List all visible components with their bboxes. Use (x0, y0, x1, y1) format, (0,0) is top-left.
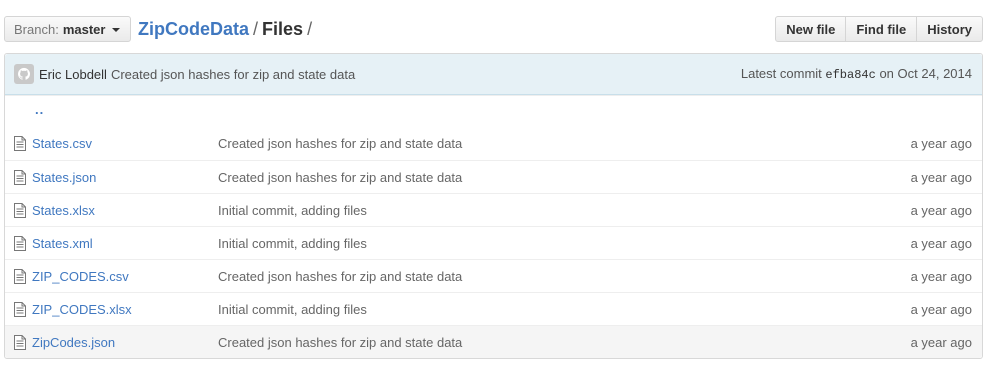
breadcrumb-repo-link[interactable]: ZipCodeData (138, 19, 249, 39)
branch-select-button[interactable]: Branch: master (4, 16, 132, 42)
file-commit-message-link[interactable]: Created json hashes for zip and state da… (218, 269, 462, 284)
file-commit-message-link[interactable]: Created json hashes for zip and state da… (218, 335, 462, 350)
file-actions-group: New file Find file History (775, 16, 983, 42)
table-row: ZIP_CODES.xlsx Initial commit, adding fi… (5, 292, 982, 325)
file-age: a year ago (910, 169, 972, 185)
file-commit-message-link[interactable]: Initial commit, adding files (218, 203, 367, 218)
file-name-link[interactable]: ZIP_CODES.csv (32, 269, 129, 284)
commit-on-label: on (879, 66, 894, 81)
breadcrumb-separator: / (307, 19, 313, 39)
commit-author[interactable]: Eric Lobdell (39, 67, 107, 82)
history-button[interactable]: History (916, 16, 983, 42)
file-age: a year ago (910, 334, 972, 350)
file-age: a year ago (910, 268, 972, 284)
file-age: a year ago (910, 136, 972, 151)
file-name-link[interactable]: ZipCodes.json (32, 335, 115, 350)
file-name-link[interactable]: ZIP_CODES.xlsx (32, 302, 132, 317)
table-row: ZIP_CODES.csv Created json hashes for zi… (5, 259, 982, 292)
file-text-icon (14, 236, 26, 251)
latest-commit-meta: Latest commit efba84c on Oct 24, 2014 (741, 66, 972, 82)
branch-prefix: Branch: (14, 21, 59, 37)
table-row: ZipCodes.json Created json hashes for zi… (5, 325, 982, 358)
top-bar: Branch: master ZipCodeData / Files / New fi… (4, 16, 983, 43)
file-commit-message-link[interactable]: Initial commit, adding files (218, 302, 367, 317)
file-age: a year ago (910, 301, 972, 317)
file-text-icon (14, 136, 26, 151)
branch-name: master (62, 21, 106, 37)
file-text-icon (14, 203, 26, 218)
file-rows: States.csv Created json hashes for zip a… (5, 127, 982, 358)
table-row: States.xlsx Initial commit, adding files… (5, 193, 982, 226)
file-name-link[interactable]: States.xml (32, 236, 93, 251)
breadcrumb: ZipCodeData / Files / (138, 17, 316, 41)
new-file-button[interactable]: New file (775, 16, 847, 42)
latest-commit-bar: Eric Lobdell Created json hashes for zip… (5, 54, 982, 95)
table-row: States.csv Created json hashes for zip a… (5, 127, 982, 160)
file-commit-message-link[interactable]: Created json hashes for zip and state da… (218, 136, 462, 151)
table-row: States.xml Initial commit, adding files … (5, 226, 982, 259)
breadcrumb-separator: / (253, 19, 259, 39)
parent-directory-link[interactable]: .. (35, 102, 44, 117)
caret-down-icon (112, 27, 121, 32)
file-name-link[interactable]: States.xlsx (32, 203, 95, 218)
file-commit-message-link[interactable]: Created json hashes for zip and state da… (218, 170, 462, 185)
find-file-button[interactable]: Find file (845, 16, 918, 42)
file-text-icon (14, 170, 26, 185)
file-age: a year ago (910, 202, 972, 218)
breadcrumb-current: Files (262, 19, 304, 39)
file-text-icon (14, 269, 26, 284)
commit-date: Oct 24, 2014 (897, 66, 972, 81)
table-row: States.json Created json hashes for zip … (5, 160, 982, 193)
commit-message[interactable]: Created json hashes for zip and state da… (111, 67, 355, 82)
file-age: a year ago (910, 235, 972, 251)
commit-sha-link[interactable]: efba84c (825, 68, 875, 82)
latest-commit-label: Latest commit (740, 66, 822, 81)
file-name-link[interactable]: States.csv (32, 136, 92, 151)
file-text-icon (14, 302, 26, 317)
file-text-icon (14, 335, 26, 350)
file-listing: Eric Lobdell Created json hashes for zip… (4, 53, 983, 359)
file-commit-message-link[interactable]: Initial commit, adding files (218, 236, 367, 251)
parent-directory-row[interactable]: .. (5, 95, 982, 127)
github-octocat-icon[interactable] (14, 64, 34, 84)
file-name-link[interactable]: States.json (32, 170, 96, 185)
